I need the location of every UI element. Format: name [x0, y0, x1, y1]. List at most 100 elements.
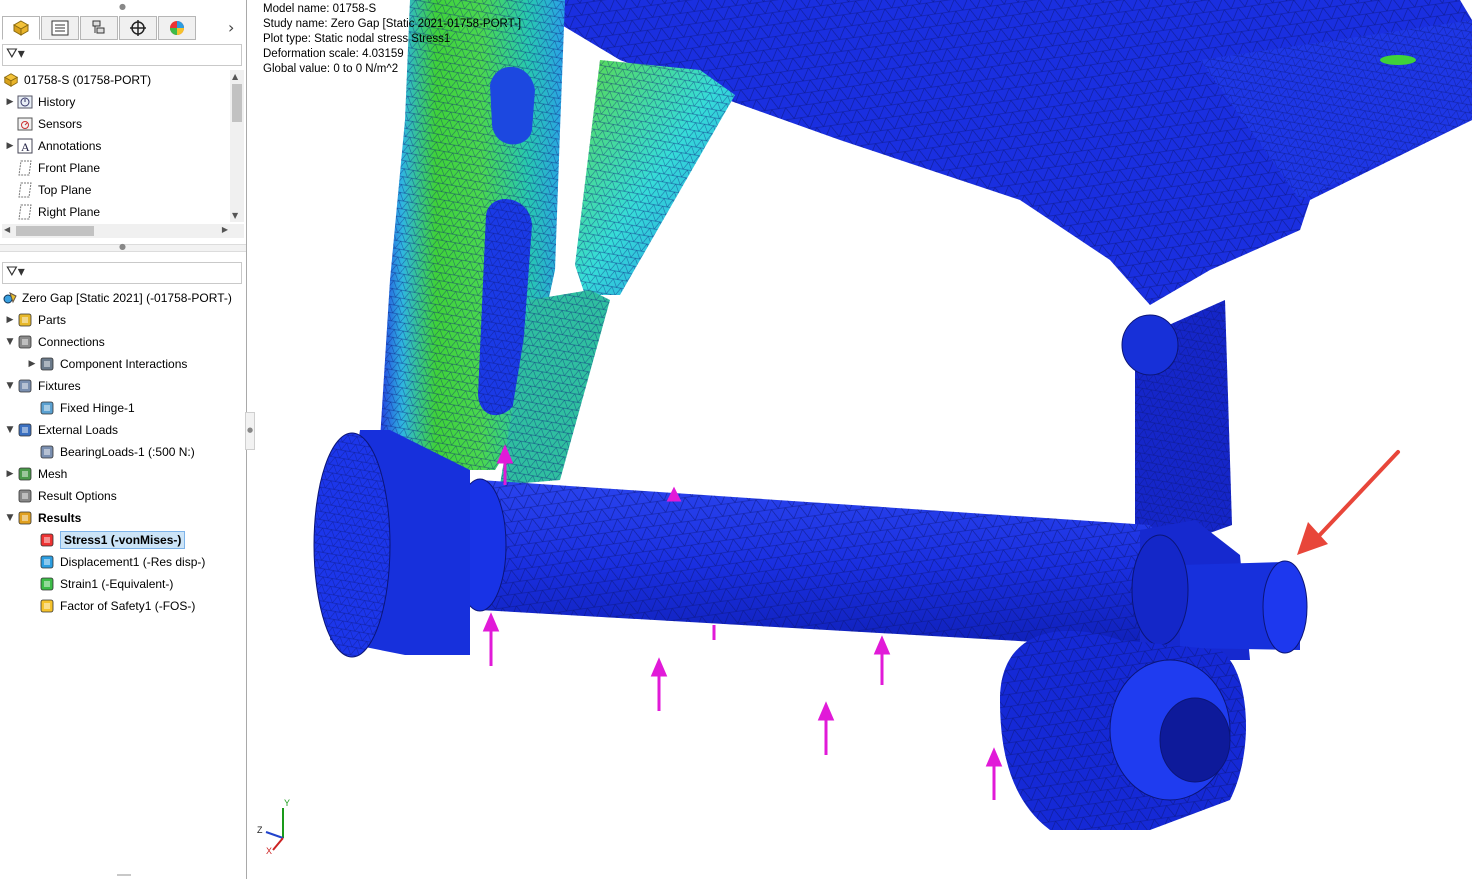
scrollbar-thumb[interactable] [16, 226, 94, 236]
connections-icon [16, 334, 34, 350]
sim-tree-item-label: Parts [38, 313, 67, 327]
triad-y-label: Y [284, 798, 290, 808]
stress-plot-icon [38, 532, 56, 548]
graphics-viewport[interactable]: Y Z X [247, 0, 1472, 879]
sim-tree-item[interactable]: ▼ External Loads [4, 419, 119, 441]
pane-bottom-grip [117, 874, 131, 876]
model-name-text: Model name: 01758-S [263, 3, 377, 15]
sim-tree-item-label: Fixed Hinge-1 [60, 401, 135, 415]
scrollbar-thumb[interactable] [232, 84, 242, 122]
more-tabs-chevron-icon[interactable]: › [228, 18, 234, 37]
sim-tree-item-label: Factor of Safety1 (-FOS-) [60, 599, 196, 613]
sim-tree-item[interactable]: ▼ Connections [4, 331, 105, 353]
sim-tree-item[interactable]: Factor of Safety1 (-FOS-) [26, 595, 195, 617]
sim-tree-item-label: Mesh [38, 467, 68, 481]
fixtures-icon [16, 378, 34, 394]
sim-tree-item[interactable]: ▼ Results [4, 507, 82, 529]
feature-tree-filter-input[interactable]: ⛛▾ [2, 44, 242, 66]
scroll-right-icon[interactable]: ▶ [222, 225, 228, 234]
collapse-chevron-icon[interactable]: ▼ [4, 381, 16, 391]
tree-item-right-plane[interactable]: Right Plane [4, 201, 100, 223]
history-icon [16, 94, 34, 110]
external-loads-icon [16, 422, 34, 438]
tree-item-label: Annotations [38, 139, 102, 153]
tree-item-label: Front Plane [38, 161, 101, 175]
tree-item-front-plane[interactable]: Front Plane [4, 157, 100, 179]
sim-tree-item[interactable]: Strain1 (-Equivalent-) [26, 573, 173, 595]
splitter-grip-icon[interactable]: ● [119, 242, 126, 251]
parts-icon [16, 312, 34, 328]
tree-item-annotations[interactable]: ▶ A Annotations [4, 135, 101, 157]
manager-tab-strip: › [0, 16, 246, 42]
filter-icon[interactable]: ⛛▾ [6, 46, 25, 62]
feature-tree-root-label: 01758-S (01758-PORT) [24, 73, 152, 87]
sim-tree-item[interactable]: Stress1 (-vonMises-) [26, 529, 186, 551]
feature-tree-vertical-scrollbar[interactable]: ▲ ▼ [230, 70, 244, 222]
part-icon [2, 72, 20, 88]
plane-icon [16, 160, 34, 176]
sim-tree-item-label: External Loads [38, 423, 119, 437]
plane-icon [16, 204, 34, 220]
sim-tree-item-label: Stress1 (-vonMises-) [60, 531, 186, 549]
strain-plot-icon [38, 576, 56, 592]
filter-icon[interactable]: ⛛▾ [6, 264, 25, 280]
triad-x-label: X [266, 846, 272, 856]
collapse-chevron-icon[interactable]: ▼ [4, 337, 16, 347]
displacement-plot-icon [38, 554, 56, 570]
feature-manager-tab-icon[interactable] [2, 16, 40, 40]
plot-info-block: Model name: 01758-S Study name: Zero Gap… [263, 2, 521, 77]
display-manager-tab-icon[interactable] [158, 16, 196, 40]
sim-tree-item-label: Fixtures [38, 379, 81, 393]
result-options-icon [16, 488, 34, 504]
mesh-icon [16, 466, 34, 482]
sim-tree-item[interactable]: Displacement1 (-Res disp-) [26, 551, 205, 573]
feature-manager-pane: › ● ⛛▾ 01758-S (01758-PORT) ▶ History Se… [0, 0, 247, 879]
sim-tree-item[interactable]: BearingLoads-1 (:500 N:) [26, 441, 195, 463]
sim-tree-item-label: Displacement1 (-Res disp-) [60, 555, 206, 569]
tree-item-label: Right Plane [38, 205, 101, 219]
sim-tree-item[interactable]: ▶ Component Interactions [26, 353, 188, 375]
annotations-icon: A [16, 138, 34, 154]
feature-tree-root[interactable]: 01758-S (01758-PORT) [2, 69, 151, 91]
deformation-scale-text: Deformation scale: 4.03159 [263, 48, 404, 60]
property-manager-tab-icon[interactable] [41, 16, 79, 40]
expand-chevron-icon[interactable]: ▶ [4, 97, 16, 107]
simulation-study-root[interactable]: Zero Gap [Static 2021] (-01758-PORT-) [2, 287, 232, 309]
sim-tree-item[interactable]: ▶ Mesh [4, 463, 68, 485]
pane-splitter[interactable]: ● [0, 242, 246, 252]
scroll-left-icon[interactable]: ◀ [4, 225, 10, 234]
sim-tree-item[interactable]: ▼ Fixtures [4, 375, 81, 397]
bearing-load-icon [38, 444, 56, 460]
expand-chevron-icon[interactable]: ▶ [26, 359, 38, 369]
sim-tree-item-label: Connections [38, 335, 105, 349]
tree-item-label: Sensors [38, 117, 83, 131]
expand-chevron-icon[interactable]: ▶ [4, 469, 16, 479]
sim-tree-item[interactable]: Fixed Hinge-1 [26, 397, 135, 419]
sim-tree-item[interactable]: Result Options [4, 485, 117, 507]
sim-tree-item-label: Results [38, 511, 82, 525]
static-study-icon [2, 290, 18, 306]
feature-tree-horizontal-scrollbar[interactable]: ◀ ▶ [2, 224, 244, 238]
plot-type-text: Plot type: Static nodal stress Stress1 [263, 33, 451, 45]
svg-text:A: A [21, 140, 30, 154]
study-label: Zero Gap [Static 2021] (-01758-PORT-) [22, 291, 232, 305]
tree-item-history[interactable]: ▶ History [4, 91, 76, 113]
simulation-tree-filter-input[interactable]: ⛛▾ [2, 262, 242, 284]
collapse-chevron-icon[interactable]: ▼ [4, 513, 16, 523]
triad-z-label: Z [257, 825, 263, 835]
scroll-up-icon[interactable]: ▲ [232, 72, 238, 81]
scroll-down-icon[interactable]: ▼ [232, 211, 238, 220]
tree-item-label: Top Plane [38, 183, 92, 197]
sim-tree-item[interactable]: ▶ Parts [4, 309, 66, 331]
tree-item-top-plane[interactable]: Top Plane [4, 179, 91, 201]
dimxpert-manager-tab-icon[interactable] [119, 16, 157, 40]
expand-chevron-icon[interactable]: ▶ [4, 141, 16, 151]
configuration-manager-tab-icon[interactable] [80, 16, 118, 40]
fea-stress-plot[interactable]: Y Z X [247, 0, 1472, 879]
collapse-chevron-icon[interactable]: ▼ [4, 425, 16, 435]
tree-item-sensors[interactable]: Sensors [4, 113, 82, 135]
fixed-hinge-icon [38, 400, 56, 416]
expand-chevron-icon[interactable]: ▶ [4, 315, 16, 325]
results-folder-icon [16, 510, 34, 526]
pane-grip-icon[interactable]: ● [119, 2, 126, 11]
